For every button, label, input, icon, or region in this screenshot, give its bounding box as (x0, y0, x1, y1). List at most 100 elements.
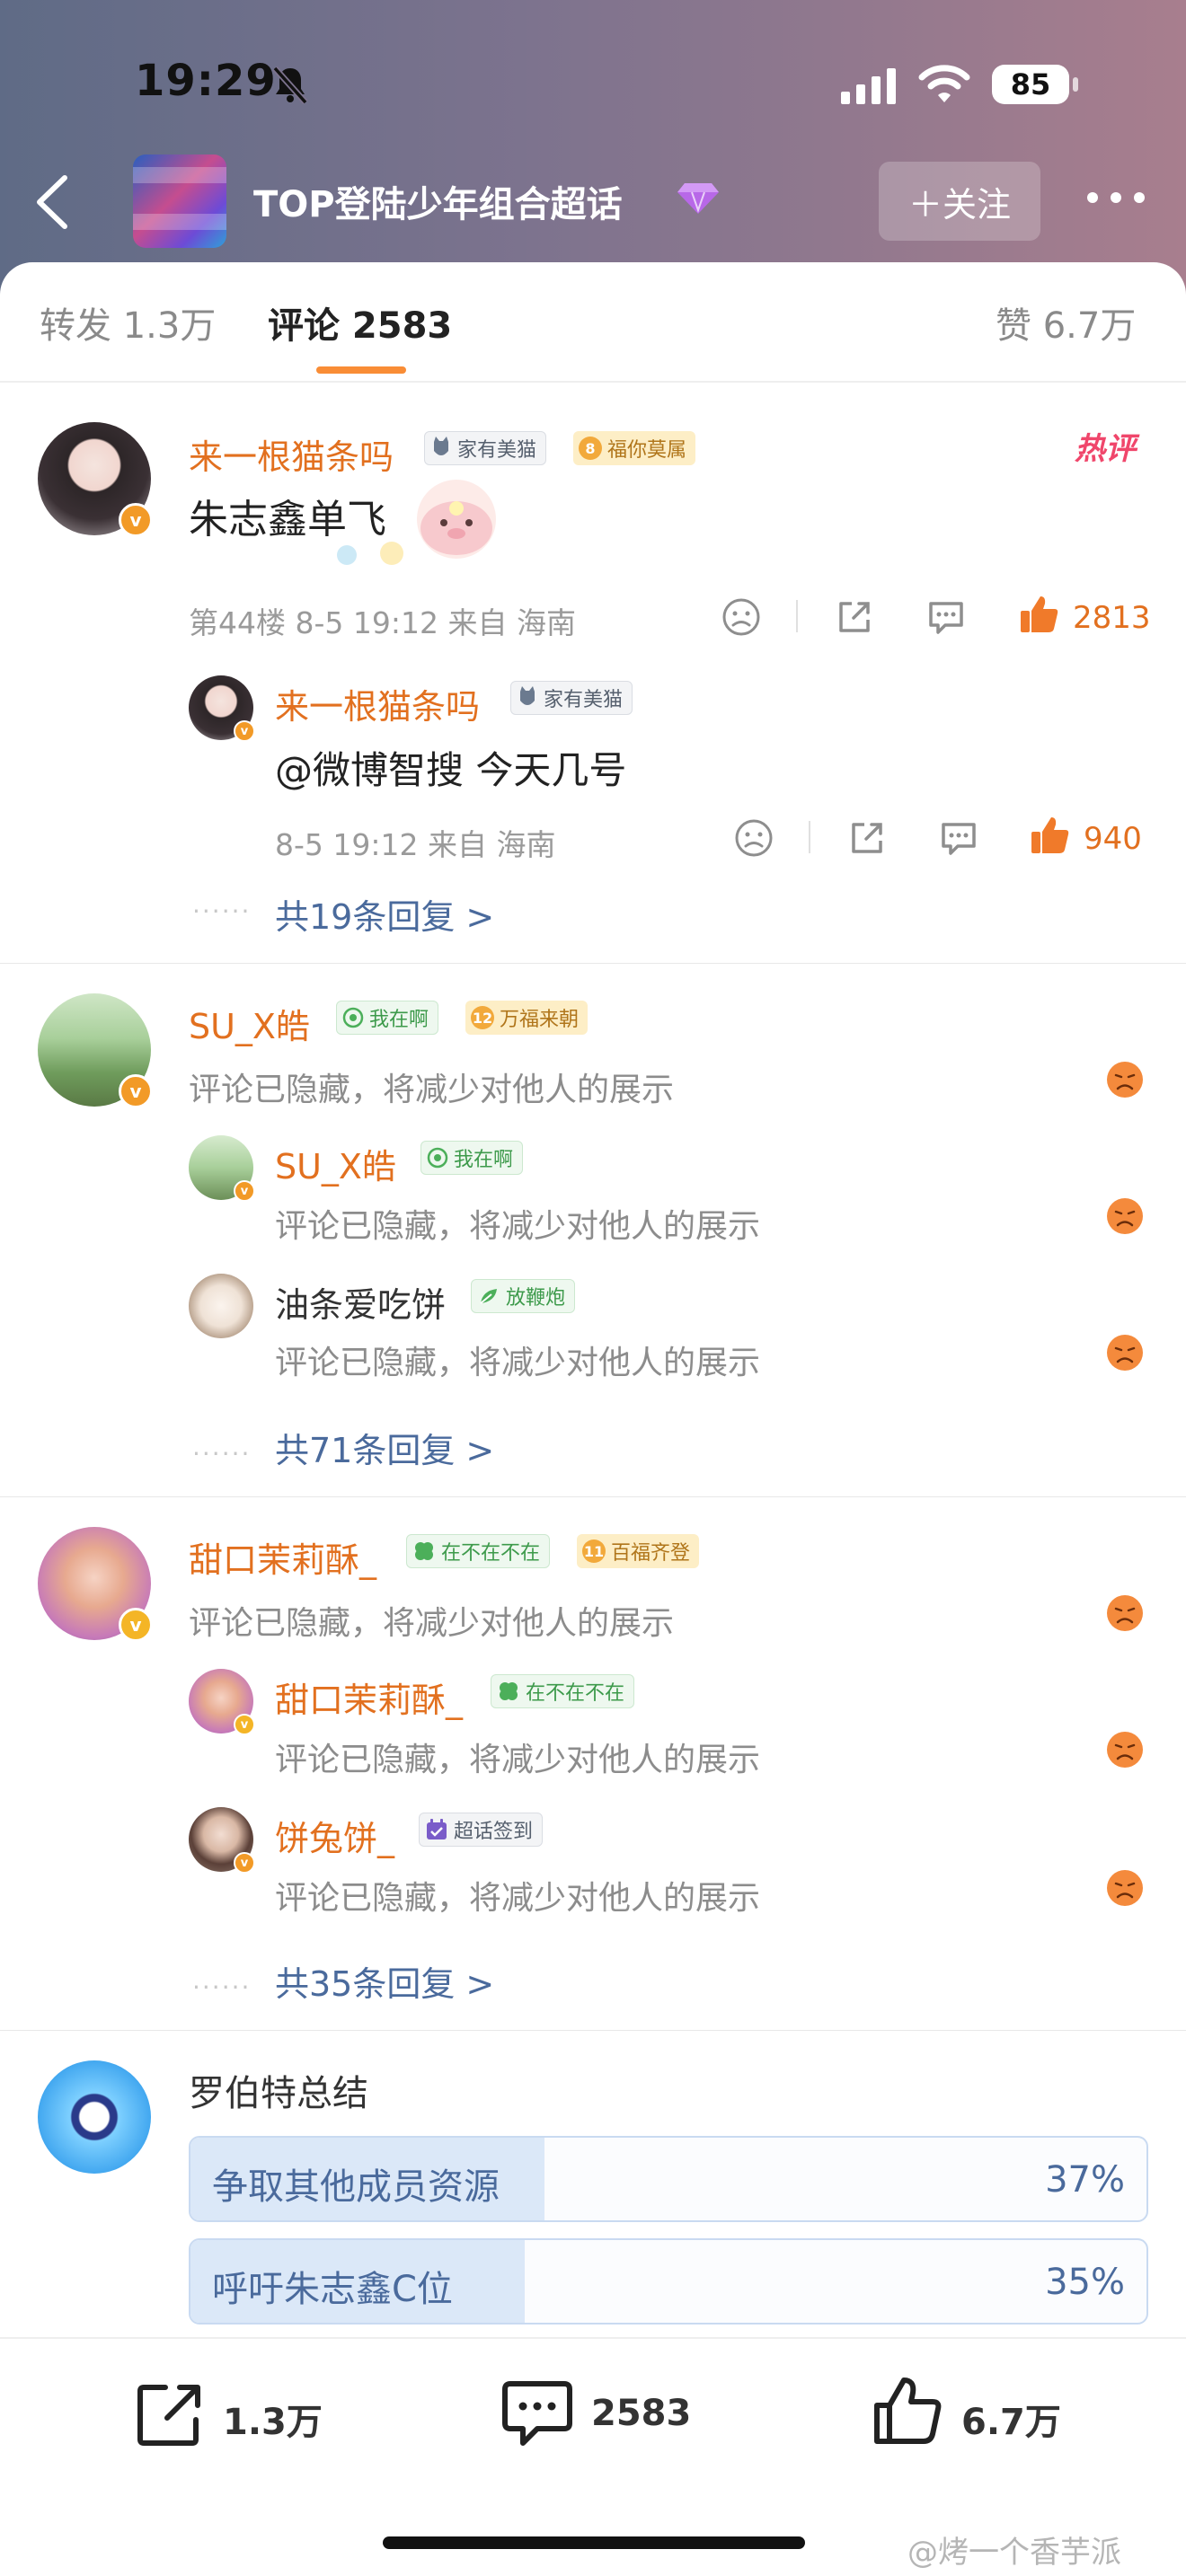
comment-username[interactable]: 来一根猫条吗 (189, 429, 394, 479)
badge-level: 11 (582, 1539, 606, 1563)
badge-label: 我在啊 (454, 1149, 514, 1171)
tab-likes[interactable]: 赞 6.7万 (996, 296, 1136, 348)
like-thumb-icon[interactable] (1017, 593, 1060, 636)
badge-clover[interactable]: 在不在不在 (406, 1534, 551, 1568)
hot-comment-tag: 热评 (1075, 431, 1136, 467)
watermark: @烤一个香芋派 (907, 2535, 1121, 2571)
summary-option-label: 争取其他成员资源 (212, 2166, 500, 2208)
replies-dots: ······ (192, 1972, 252, 2002)
avatar[interactable] (189, 1274, 253, 1338)
badge-label: 百福齐登 (611, 1542, 691, 1565)
summary-option[interactable]: 呼吁朱志鑫C位 35% (189, 2238, 1148, 2325)
badge-level: 8 (579, 437, 602, 460)
comment-username[interactable]: SU_X皓 (189, 999, 310, 1048)
tab-repost[interactable]: 转发 1.3万 (40, 296, 216, 348)
badge-clover[interactable]: 在不在不在 (491, 1674, 635, 1708)
topic-avatar[interactable] (133, 154, 226, 248)
follow-button[interactable]: ＋关注 (879, 162, 1040, 241)
battery-cap (1073, 77, 1078, 92)
verified-badge: v (119, 1074, 153, 1108)
badge-label: 超话签到 (454, 1821, 534, 1843)
hidden-reply-text: 评论已隐藏，将减少对他人的展示 (275, 1880, 761, 1917)
more-replies-link[interactable]: 共35条回复 > (275, 1956, 494, 2006)
badge-fortune[interactable]: 8 福你莫属 (573, 431, 696, 465)
badge-fortune[interactable]: 11 百福齐登 (577, 1534, 700, 1568)
clover-icon (342, 1007, 364, 1028)
more-options-icon[interactable] (1085, 189, 1146, 207)
hidden-reply-text: 评论已隐藏，将减少对他人的展示 (275, 1742, 761, 1778)
diamond-icon (677, 183, 719, 214)
badge-fortune[interactable]: 12 万福来朝 (465, 1001, 589, 1035)
badge-here[interactable]: 我在啊 (336, 1001, 439, 1035)
sad-face-icon[interactable] (1105, 1196, 1145, 1236)
summary-option-percent: 35% (1045, 2262, 1125, 2303)
verified-badge: v (234, 1180, 255, 1202)
reply-username[interactable]: 来一根猫条吗 (275, 679, 480, 728)
repost-icon[interactable] (135, 2380, 205, 2448)
summary-option[interactable]: 争取其他成员资源 37% (189, 2136, 1148, 2222)
badge-firecracker[interactable]: 放鞭炮 (471, 1279, 576, 1313)
sad-face-icon[interactable] (1105, 1333, 1145, 1372)
robot-avatar[interactable] (38, 2060, 151, 2174)
tabs-divider (0, 381, 1186, 383)
verified-badge: v (234, 1852, 255, 1874)
comment-username[interactable]: 甜口茉莉酥_ (189, 1532, 376, 1582)
bell-muted-icon (272, 66, 308, 104)
badge-here[interactable]: 我在啊 (420, 1141, 524, 1175)
dislike-face-icon[interactable] (721, 596, 762, 638)
dislike-face-icon[interactable] (733, 817, 774, 859)
home-indicator[interactable] (383, 2536, 805, 2549)
comment-count[interactable]: 2583 (591, 2393, 691, 2434)
badge-checkin[interactable]: 超话签到 (419, 1813, 544, 1847)
reply-username[interactable]: 饼兔饼_ (275, 1811, 394, 1860)
like-count[interactable]: 940 (1084, 821, 1142, 857)
sad-face-icon[interactable] (1105, 1730, 1145, 1769)
replies-dots: ······ (192, 1439, 252, 1469)
sad-face-icon[interactable] (1105, 1060, 1145, 1099)
sad-face-icon[interactable] (1105, 1593, 1145, 1633)
tab-comments[interactable]: 评论 2583 (268, 296, 452, 348)
more-replies-link[interactable]: 共71条回复 > (275, 1423, 494, 1472)
calendar-check-icon (425, 1818, 448, 1841)
badge-label: 放鞭炮 (506, 1287, 566, 1310)
screen: 19:29 85 TOP登陆少年组合超话 ＋关注 转发 1.3万 评论 2583… (0, 0, 1186, 2576)
repost-count[interactable]: 1.3万 (223, 2393, 323, 2445)
reply-text: @微博智搜 今天几号 (275, 748, 627, 792)
back-arrow-icon[interactable] (27, 171, 81, 234)
hidden-reply-text: 评论已隐藏，将减少对他人的展示 (275, 1208, 761, 1245)
hidden-comment-text: 评论已隐藏，将减少对他人的展示 (189, 1605, 675, 1642)
like-count[interactable]: 2813 (1073, 600, 1151, 636)
reply-comment-icon[interactable] (938, 817, 979, 859)
cat-icon (430, 437, 452, 460)
comment-divider (0, 2030, 1186, 2031)
battery-indicator: 85 (992, 65, 1069, 104)
hidden-reply-text: 评论已隐藏，将减少对他人的展示 (275, 1345, 761, 1381)
comment-meta: 第44楼 8-5 19:12 来自 海南 (189, 605, 576, 640)
sad-face-icon[interactable] (1105, 1868, 1145, 1908)
like-thumb-icon[interactable] (1028, 814, 1071, 857)
verified-badge: v (234, 1714, 255, 1735)
sticker-icon (337, 480, 496, 565)
like-count-total[interactable]: 6.7万 (961, 2393, 1061, 2445)
summary-title: 罗伯特总结 (189, 2073, 368, 2114)
badge-cat[interactable]: 家有美猫 (424, 431, 547, 465)
reply-comment-icon[interactable] (925, 596, 967, 638)
comment-icon[interactable] (501, 2378, 573, 2448)
topic-title[interactable]: TOP登陆少年组合超话 (253, 175, 623, 227)
clover-icon (427, 1147, 448, 1169)
verified-badge: v (234, 720, 255, 742)
wifi-icon (918, 65, 970, 102)
reply-username[interactable]: 甜口茉莉酥_ (275, 1672, 463, 1722)
badge-label: 万福来朝 (500, 1009, 580, 1031)
share-icon[interactable] (834, 596, 875, 638)
share-icon[interactable] (846, 817, 888, 859)
reply-username[interactable]: SU_X皓 (275, 1139, 396, 1188)
badge-label: 家有美猫 (457, 439, 537, 462)
badge-cat[interactable]: 家有美猫 (510, 681, 633, 715)
more-replies-link[interactable]: 共19条回复 > (275, 889, 494, 939)
reply-username[interactable]: 油条爱吃饼 (275, 1277, 446, 1327)
like-icon[interactable] (872, 2375, 943, 2447)
comment-divider (0, 1496, 1186, 1497)
action-separator (796, 600, 798, 632)
action-separator (809, 821, 810, 853)
